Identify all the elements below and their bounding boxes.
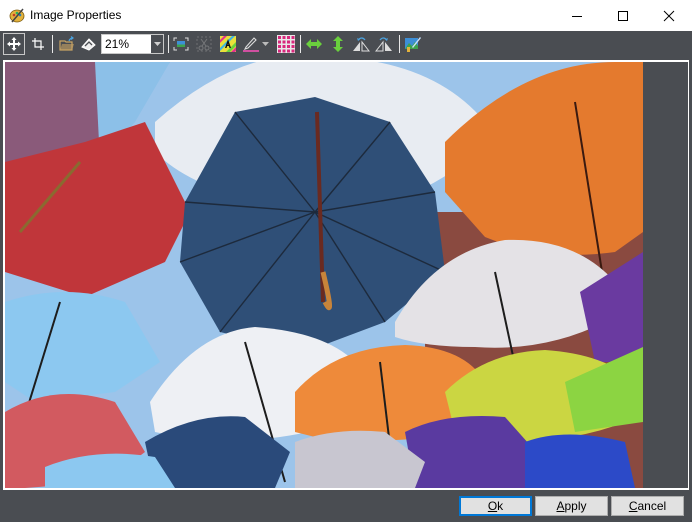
scan-button[interactable]	[78, 33, 100, 55]
cancel-button[interactable]: Cancel	[611, 496, 684, 516]
color-transparency-icon	[220, 36, 236, 52]
minimize-icon	[572, 15, 582, 17]
move-arrows-icon	[7, 37, 21, 51]
zoom-dropdown-button[interactable]	[151, 35, 163, 53]
rotate-right-button[interactable]	[373, 33, 395, 55]
title-bar: Image Properties	[0, 0, 692, 31]
flip-horizontal-icon	[306, 39, 322, 49]
pen-icon	[243, 37, 259, 52]
apply-mnemonic: A	[556, 499, 565, 513]
window-title: Image Properties	[30, 8, 122, 22]
flip-vertical-button[interactable]	[327, 33, 349, 55]
rotate-left-button[interactable]	[350, 33, 372, 55]
image-effects-button[interactable]	[402, 33, 424, 55]
fit-to-window-button[interactable]	[170, 33, 192, 55]
cancel-mnemonic: C	[628, 499, 638, 513]
folder-open-icon	[59, 36, 74, 51]
rotate-right-icon	[375, 37, 392, 52]
scanner-icon	[81, 38, 96, 51]
toolbar-separator	[52, 35, 53, 53]
transparency-button[interactable]	[217, 33, 239, 55]
ok-button[interactable]: Ok	[459, 496, 532, 516]
zoom-level-value: 21%	[105, 37, 130, 51]
minimize-button[interactable]	[554, 0, 600, 31]
cancel-label: ancel	[637, 499, 667, 513]
move-tool-button[interactable]	[3, 33, 25, 55]
image-edit-icon	[405, 37, 421, 52]
toolbar-separator	[300, 35, 301, 53]
chevron-down-icon	[153, 42, 161, 46]
crop-icon	[32, 38, 44, 50]
flip-horizontal-button[interactable]	[303, 33, 325, 55]
pattern-button[interactable]	[275, 33, 297, 55]
draw-options-dropdown[interactable]	[259, 33, 271, 55]
open-image-button[interactable]	[56, 33, 78, 55]
close-icon	[663, 10, 675, 21]
umbrellas-photo	[5, 62, 643, 488]
toolbar-separator	[399, 35, 400, 53]
ok-label: k	[497, 499, 504, 513]
fit-image-icon	[173, 37, 189, 51]
toolbar: 21%	[0, 31, 692, 58]
zoom-level-combobox[interactable]: 21%	[101, 34, 164, 54]
paint-palette-icon	[9, 8, 25, 23]
toolbar-separator	[168, 35, 169, 53]
scissors-icon	[196, 36, 212, 52]
maximize-button[interactable]	[600, 0, 646, 31]
apply-label: pply	[564, 499, 587, 513]
chevron-down-icon	[261, 42, 269, 46]
ok-mnemonic: O	[487, 499, 498, 513]
close-button[interactable]	[646, 0, 692, 31]
apply-button[interactable]: Apply	[535, 496, 608, 516]
image-preview[interactable]	[5, 62, 643, 488]
cut-selection-button[interactable]	[193, 33, 215, 55]
maximize-icon	[618, 10, 628, 21]
pattern-grid-icon	[277, 35, 295, 53]
flip-vertical-icon	[333, 36, 343, 52]
rotate-left-icon	[353, 37, 370, 52]
crop-tool-button[interactable]	[27, 33, 49, 55]
